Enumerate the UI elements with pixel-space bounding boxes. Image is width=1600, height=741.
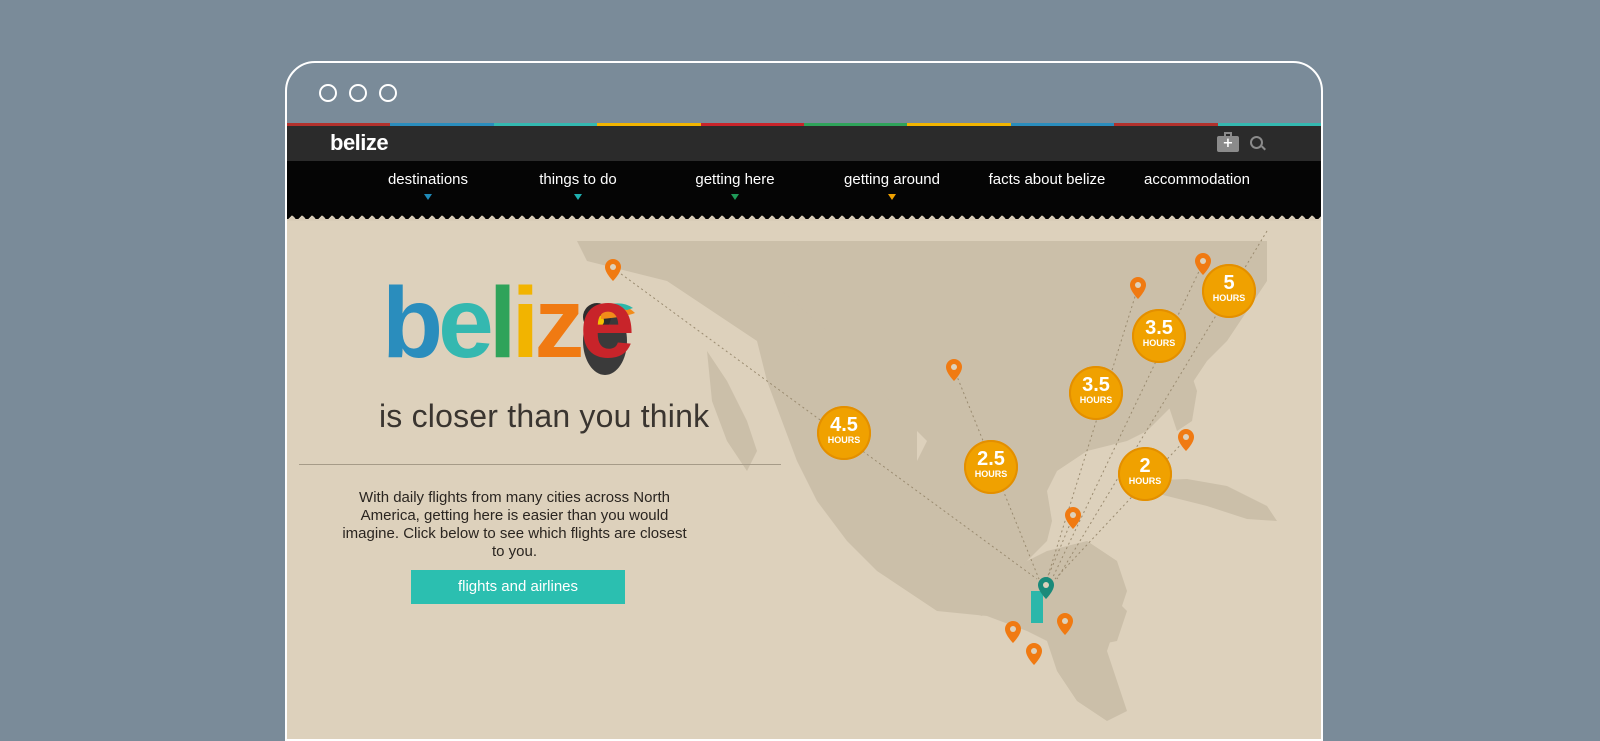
maximize-dot[interactable] — [379, 84, 397, 102]
badge-value: 2.5 — [977, 448, 1005, 470]
nav-label: facts about belize — [988, 171, 1106, 188]
nav-facts-about-belize[interactable]: facts about belize — [957, 171, 1137, 188]
hero-description: With daily flights from many cities acro… — [342, 489, 687, 560]
flight-time-badge: 2 HOURS — [1118, 447, 1172, 501]
hero-tagline: is closer than you think — [379, 398, 710, 434]
top-bar: belize + — [287, 126, 1321, 161]
flight-time-badge: 2.5 HOURS — [964, 440, 1018, 494]
logo-letter: i — [511, 267, 540, 379]
flight-time-badge: 3.5 HOURS — [1069, 366, 1123, 420]
zigzag-divider — [287, 211, 1321, 219]
badge-unit: HOURS — [827, 435, 861, 445]
briefcase-icon[interactable]: + — [1217, 132, 1239, 152]
flight-time-badge: 4.5 HOURS — [817, 406, 871, 460]
nav-getting-here[interactable]: getting here — [655, 171, 815, 200]
nav-things-to-do[interactable]: things to do — [503, 171, 653, 200]
hero-logo: belize — [382, 273, 712, 373]
browser-window: belize + destinations things to do getti… — [285, 61, 1323, 741]
chevron-down-icon — [424, 194, 432, 200]
nav-label: getting around — [844, 171, 940, 188]
website: belize + destinations things to do getti… — [287, 123, 1321, 739]
badge-value: 4.5 — [830, 414, 858, 436]
belize-highlight — [1031, 591, 1043, 623]
badge-value: 5 — [1223, 272, 1235, 294]
nav-label: getting here — [695, 171, 775, 188]
badge-unit: HOURS — [1128, 476, 1162, 486]
main-nav: destinations things to do getting here g… — [287, 161, 1321, 213]
chevron-down-icon — [731, 194, 739, 200]
nav-label: destinations — [387, 171, 469, 188]
nav-getting-around[interactable]: getting around — [802, 171, 982, 200]
site-logo[interactable]: belize — [330, 130, 389, 156]
badge-unit: HOURS — [1212, 293, 1246, 303]
flight-time-badge: 5 HOURS — [1202, 264, 1256, 318]
logo-letter: e — [579, 267, 635, 379]
minimize-dot[interactable] — [349, 84, 367, 102]
badge-unit: HOURS — [974, 469, 1008, 479]
logo-letter: l — [488, 267, 517, 379]
close-dot[interactable] — [319, 84, 337, 102]
divider — [299, 464, 781, 465]
badge-unit: HOURS — [1079, 395, 1113, 405]
chevron-down-icon — [574, 194, 582, 200]
logo-letter: e — [438, 267, 494, 379]
chevron-down-icon — [888, 194, 896, 200]
badge-unit: HOURS — [1142, 338, 1176, 348]
flights-and-airlines-button[interactable]: flights and airlines — [411, 570, 625, 604]
flight-time-badge: 3.5 HOURS — [1132, 309, 1186, 363]
nav-label: accommodation — [1144, 171, 1250, 188]
logo-letter: b — [382, 267, 443, 379]
badge-value: 3.5 — [1145, 317, 1173, 339]
nav-destinations[interactable]: destinations — [363, 171, 493, 200]
search-icon[interactable] — [1250, 136, 1263, 149]
badge-value: 3.5 — [1082, 374, 1110, 396]
logo-letter: z — [534, 267, 584, 379]
nav-accommodation[interactable]: accommodation — [1122, 171, 1272, 188]
nav-label: things to do — [539, 171, 617, 188]
badge-value: 2 — [1139, 455, 1151, 477]
window-controls — [319, 84, 397, 102]
